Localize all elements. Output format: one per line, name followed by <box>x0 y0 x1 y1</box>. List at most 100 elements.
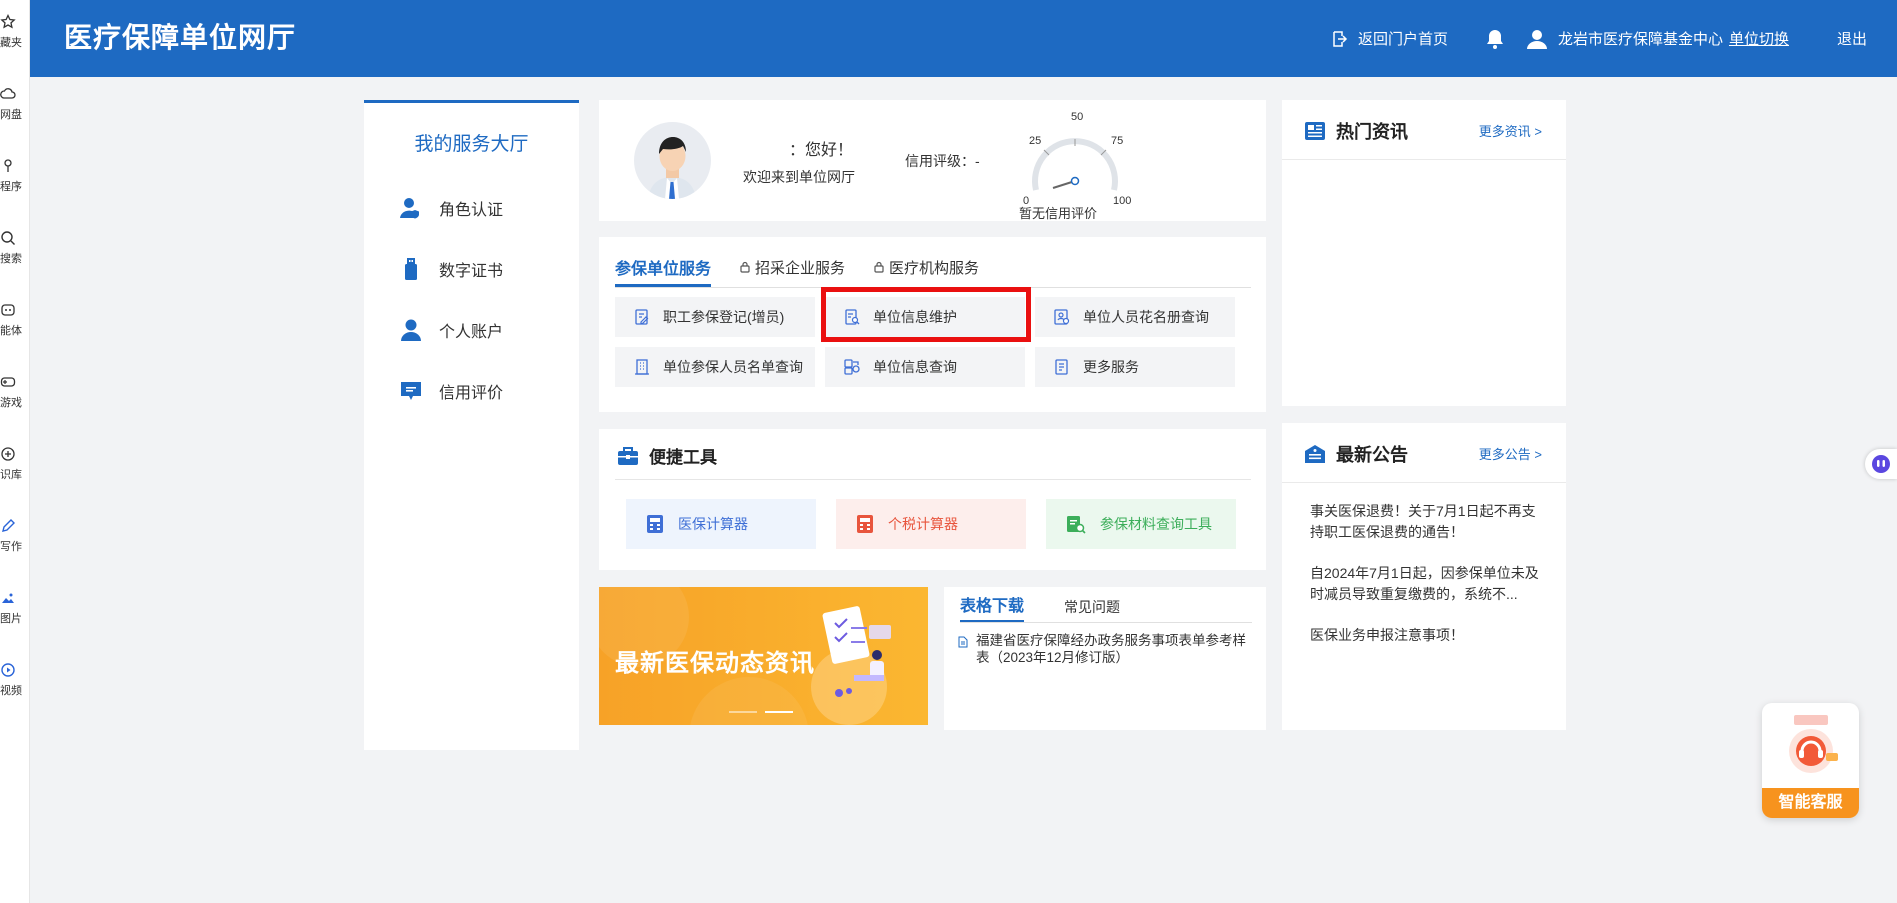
tab-label: 招采企业服务 <box>755 259 846 277</box>
service-item-label: 角色认证 <box>439 202 504 219</box>
carousel-dot[interactable] <box>729 711 757 713</box>
back-home-button[interactable]: 返回门户首页 <box>1330 28 1448 49</box>
sidebar-label: 程序 <box>0 181 22 193</box>
sidebar-label: 藏夹 <box>0 37 22 49</box>
star-icon <box>0 14 16 29</box>
user-icon <box>1526 29 1547 49</box>
bell-icon[interactable] <box>1484 28 1506 50</box>
gauge-tick: 75 <box>1111 135 1123 147</box>
tools-title: 便捷工具 <box>617 443 717 468</box>
material-query-tool-button[interactable]: 参保材料查询工具 <box>1046 499 1236 549</box>
banner-title: 最新医保动态资讯 <box>615 650 815 677</box>
news-banner[interactable]: 最新医保动态资讯 <box>599 587 928 725</box>
service-item-role-auth[interactable]: 角色认证 <box>399 196 503 220</box>
sidebar-item-image[interactable]: 图片 <box>0 590 30 626</box>
sidebar-label: 游戏 <box>0 397 22 409</box>
search-icon <box>1 231 15 245</box>
hot-news-card: 热门资讯 更多资讯 > <box>1282 100 1566 406</box>
cloud-icon <box>0 88 16 99</box>
notice-item[interactable]: 医保业务申报注意事项！ <box>1310 625 1542 646</box>
sidebar-item-video[interactable]: 视频 <box>0 662 30 698</box>
knowledge-icon <box>1 447 15 461</box>
hot-news-title: 热门资讯 <box>1304 118 1408 144</box>
roster-query-button[interactable]: 单位人员花名册查询 <box>1035 297 1235 337</box>
service-button-label: 单位信息查询 <box>873 359 957 375</box>
unit-info-query-button[interactable]: 单位信息查询 <box>825 347 1025 387</box>
role-auth-icon <box>400 198 419 219</box>
more-news-link[interactable]: 更多资讯 > <box>1479 121 1542 140</box>
service-button-label: 单位参保人员名单查询 <box>663 359 803 375</box>
announcement-icon <box>1305 445 1325 463</box>
tab-faq[interactable]: 常见问题 <box>1064 597 1120 622</box>
service-hall-panel: 我的服务大厅 角色认证 数字证书 个人账户 信用评价 <box>364 100 579 750</box>
gauge-tick: 100 <box>1113 195 1131 207</box>
tab-label: 医疗机构服务 <box>889 259 980 277</box>
smart-service-widget[interactable]: 智能客服 <box>1762 703 1859 818</box>
sidebar-item-cloud[interactable]: 网盘 <box>0 86 30 122</box>
sidebar-label: 视频 <box>0 685 22 697</box>
sidebar-item-search[interactable]: 搜索 <box>0 230 30 266</box>
form-download-item[interactable]: 福建省医疗保障经办政务服务事项表单参考样表（2023年12月修订版） <box>958 632 1258 666</box>
hot-news-header: 热门资讯 更多资讯 > <box>1282 100 1566 160</box>
service-item-credit[interactable]: 信用评价 <box>399 379 503 403</box>
logout-button[interactable]: 退出 <box>1837 28 1867 49</box>
switch-unit-link[interactable]: 单位切换 <box>1729 28 1789 49</box>
sidebar-label: 搜索 <box>0 253 22 265</box>
building-icon <box>635 359 649 375</box>
top-header: 医疗保障单位网厅 返回门户首页 龙岩市医疗保障基金中心 单位切换 退出 <box>30 0 1897 77</box>
welcome-card: ：您好！ 欢迎来到单位网厅 信用评级：- 50 25 75 0 100 暂无信用… <box>599 100 1266 221</box>
service-item-label: 个人账户 <box>439 324 504 341</box>
credit-gauge: 50 25 75 0 100 <box>1023 111 1131 207</box>
service-item-certificate[interactable]: 数字证书 <box>399 257 503 281</box>
service-hall-title: 我的服务大厅 <box>414 134 529 155</box>
game-icon <box>0 377 16 387</box>
service-item-account[interactable]: 个人账户 <box>399 318 503 342</box>
notice-item[interactable]: 事关医保退费！关于7月1日起不再支持职工医保退费的通告！ <box>1310 501 1542 543</box>
exit-door-icon <box>1333 30 1347 47</box>
unit-info-maintain-button[interactable]: 单位信息维护 <box>825 297 1025 337</box>
tool-label: 个税计算器 <box>888 516 958 532</box>
sidebar-item-write[interactable]: 写作 <box>0 518 30 554</box>
header-actions: 返回门户首页 龙岩市医疗保障基金中心 单位切换 退出 <box>1330 0 1897 77</box>
notice-header: 最新公告 更多公告 > <box>1282 423 1566 483</box>
service-button-label: 单位信息维护 <box>873 309 957 325</box>
carousel-dot-active[interactable] <box>765 711 793 713</box>
more-services-button[interactable]: 更多服务 <box>1035 347 1235 387</box>
sidebar-label: 网盘 <box>0 109 22 121</box>
service-item-label: 数字证书 <box>439 263 504 280</box>
notice-list: 事关医保退费！关于7月1日起不再支持职工医保退费的通告！ 自2024年7月1日起… <box>1310 501 1542 666</box>
message-icon <box>401 382 421 400</box>
medical-calculator-button[interactable]: 医保计算器 <box>626 499 816 549</box>
file-icon <box>958 636 968 648</box>
tab-insured-unit[interactable]: 参保单位服务 <box>615 247 712 287</box>
tab-medical-institution[interactable]: 医疗机构服务 <box>873 247 979 287</box>
tools-title-text: 便捷工具 <box>649 448 717 467</box>
assistant-robot-icon[interactable] <box>1865 449 1897 479</box>
lock-icon <box>874 261 884 273</box>
more-notices-link[interactable]: 更多公告 > <box>1479 444 1542 463</box>
avatar <box>634 122 711 199</box>
notice-item[interactable]: 自2024年7月1日起，因参保单位未及时减员导致重复缴费的，系统不... <box>1310 563 1542 605</box>
sidebar-item-game[interactable]: 游戏 <box>0 374 30 410</box>
browser-sidebar: 藏夹 网盘 程序 搜索 能体 游戏 识库 写作 图片 视频 <box>0 0 30 903</box>
toolbox-icon <box>618 446 638 465</box>
tax-calculator-button[interactable]: 个税计算器 <box>836 499 1026 549</box>
tab-procurement[interactable]: 招采企业服务 <box>739 247 845 287</box>
tool-label: 参保材料查询工具 <box>1100 516 1212 532</box>
sidebar-item-apps[interactable]: 程序 <box>0 158 30 194</box>
service-button-label: 单位人员花名册查询 <box>1083 309 1209 325</box>
employee-enroll-button[interactable]: 职工参保登记(增员) <box>615 297 815 337</box>
tab-form-download[interactable]: 表格下载 <box>960 592 1025 622</box>
sidebar-item-knowledge[interactable]: 识库 <box>0 446 30 482</box>
tools-card: 便捷工具 医保计算器 个税计算器 参保材料查询工具 <box>599 429 1266 570</box>
usb-key-icon <box>405 258 417 280</box>
forms-card: 表格下载 常见问题 福建省医疗保障经办政务服务事项表单参考样表（2023年12月… <box>944 587 1266 730</box>
notice-card: 最新公告 更多公告 > 事关医保退费！关于7月1日起不再支持职工医保退费的通告！… <box>1282 423 1566 730</box>
sidebar-item-favorites[interactable]: 藏夹 <box>0 14 30 50</box>
tab-label: 参保单位服务 <box>615 260 712 278</box>
carousel-indicators[interactable] <box>729 711 801 713</box>
user-info: 龙岩市医疗保障基金中心 单位切换 <box>1526 28 1789 50</box>
insured-list-query-button[interactable]: 单位参保人员名单查询 <box>615 347 815 387</box>
sidebar-item-agent[interactable]: 能体 <box>0 302 30 338</box>
notice-title: 最新公告 <box>1304 441 1408 467</box>
